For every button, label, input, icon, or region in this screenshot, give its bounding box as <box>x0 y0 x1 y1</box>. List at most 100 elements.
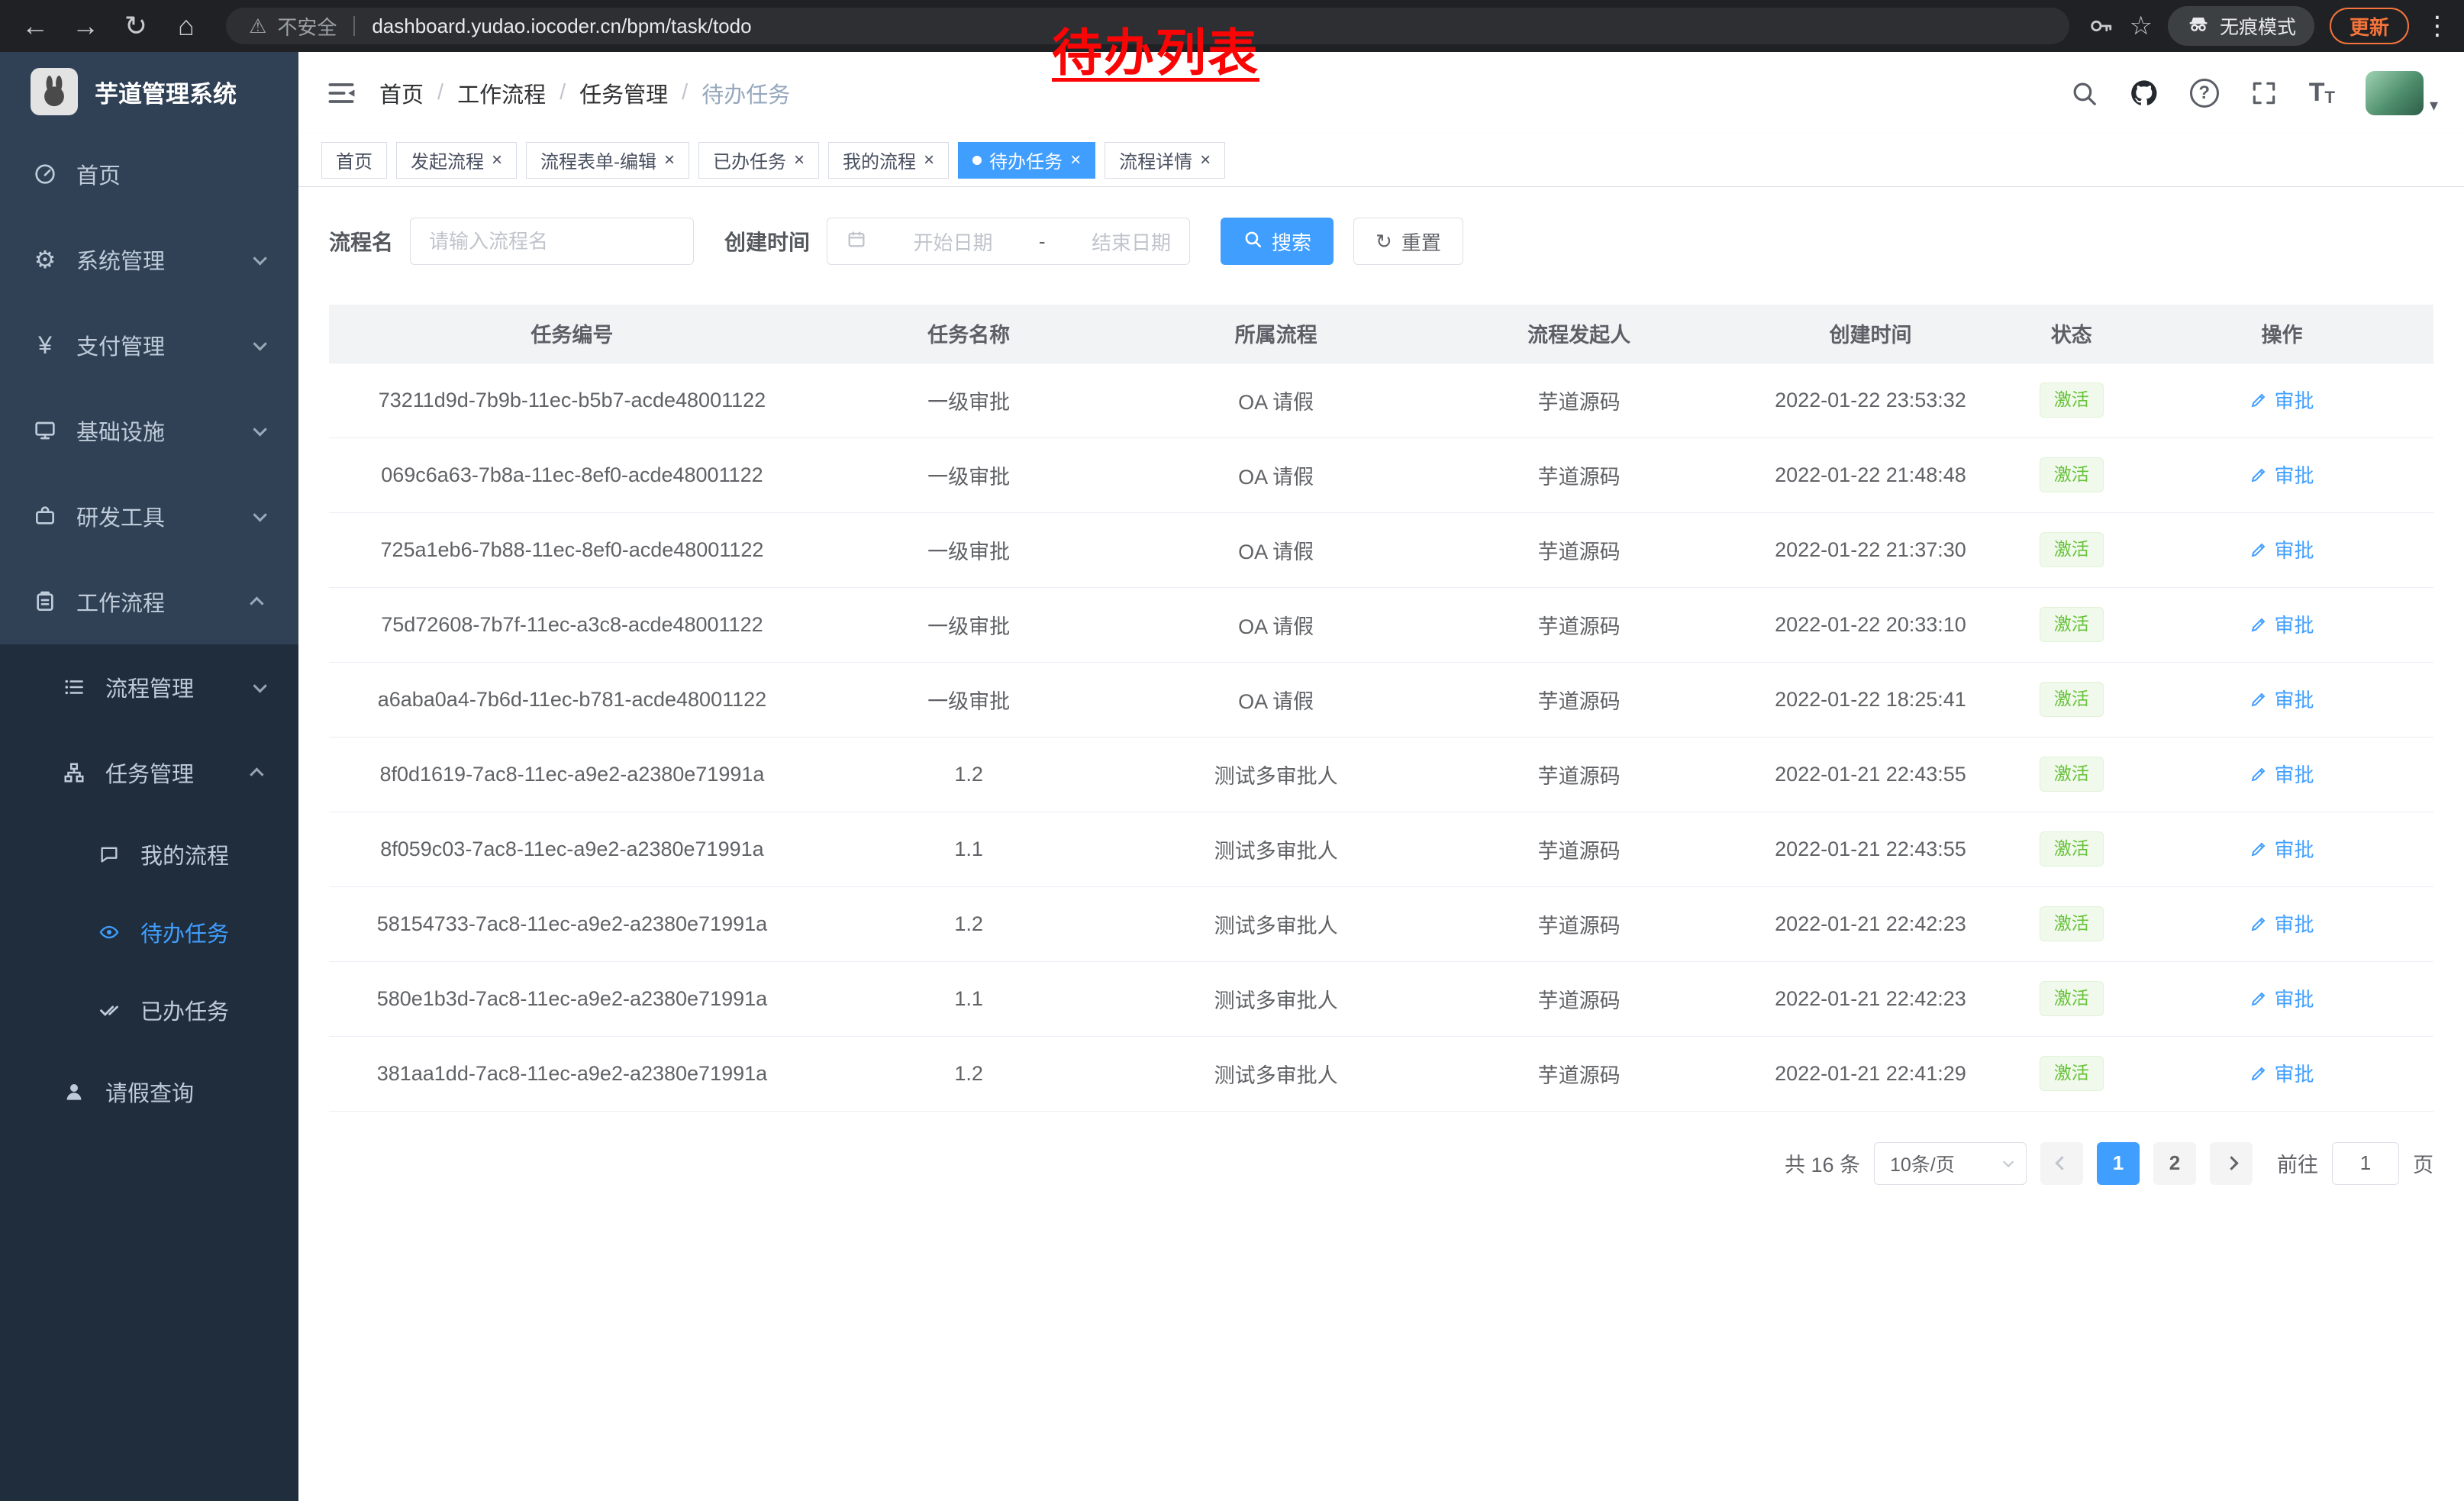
cell-starter: 芋道源码 <box>1430 961 1728 1036</box>
close-icon[interactable]: × <box>1070 151 1081 169</box>
chat-bubble-icon <box>95 844 124 865</box>
sidebar-item-todo-tasks[interactable]: 待办任务 <box>0 893 298 971</box>
tab-my-process[interactable]: 我的流程 × <box>828 142 949 179</box>
close-icon[interactable]: × <box>794 151 805 169</box>
breadcrumb-home[interactable]: 首页 <box>379 77 424 109</box>
tab-home[interactable]: 首页 <box>321 142 387 179</box>
sidebar-item-process-management[interactable]: 流程管理 <box>0 644 298 730</box>
approve-button[interactable]: 审批 <box>2250 535 2314 563</box>
cell-task-id: 725a1eb6-7b88-11ec-8ef0-acde48001122 <box>329 512 815 587</box>
sidebar-item-devtools[interactable]: 研发工具 <box>0 473 298 559</box>
sidebar-toggle-icon[interactable] <box>324 76 358 110</box>
close-icon[interactable]: × <box>664 151 675 169</box>
approve-button[interactable]: 审批 <box>2250 685 2314 713</box>
bookmark-star-icon[interactable]: ☆ <box>2129 11 2152 41</box>
sidebar-item-payment[interactable]: ¥ 支付管理 <box>0 302 298 388</box>
browser-menu-kebab-icon[interactable]: ⋮ <box>2424 11 2450 41</box>
cell-created: 2022-01-22 21:37:30 <box>1728 512 2012 587</box>
cell-status: 激活 <box>2013 587 2130 662</box>
font-size-icon[interactable]: TT <box>2309 78 2335 108</box>
reset-button[interactable]: ↻ 重置 <box>1353 218 1463 265</box>
cell-starter: 芋道源码 <box>1430 437 1728 512</box>
security-label[interactable]: 不安全 <box>277 12 337 40</box>
sidebar-item-label: 请假查询 <box>105 1076 194 1108</box>
sidebar-item-system[interactable]: ⚙ 系统管理 <box>0 217 298 302</box>
approve-button[interactable]: 审批 <box>2250 386 2314 414</box>
password-key-icon[interactable] <box>2088 13 2114 39</box>
page-button-1[interactable]: 1 <box>2097 1142 2140 1185</box>
browser-reload-icon[interactable]: ↻ <box>114 5 157 47</box>
breadcrumb-workflow[interactable]: 工作流程 <box>457 77 546 109</box>
approve-button[interactable]: 审批 <box>2250 460 2314 489</box>
date-range-picker[interactable]: 开始日期 - 结束日期 <box>827 218 1190 265</box>
sidebar-item-leave-query[interactable]: 请假查询 <box>0 1049 298 1135</box>
page-size-select[interactable]: 10条/页 <box>1874 1142 2027 1185</box>
tab-done-tasks[interactable]: 已办任务 × <box>698 142 819 179</box>
approve-label: 审批 <box>2274 760 2314 788</box>
cell-actions: 审批 <box>2130 363 2433 437</box>
tab-process-form-edit[interactable]: 流程表单-编辑 × <box>526 142 689 179</box>
todo-list-annotation: 待办列表 <box>1052 12 1259 86</box>
approve-button[interactable]: 审批 <box>2250 984 2314 1012</box>
close-icon[interactable]: × <box>1200 151 1211 169</box>
app-title: 芋道管理系统 <box>95 75 237 109</box>
url-text[interactable]: dashboard.yudao.iocoder.cn/bpm/task/todo <box>372 15 751 38</box>
approve-button[interactable]: 审批 <box>2250 909 2314 938</box>
sidebar-item-workflow[interactable]: 工作流程 <box>0 559 298 644</box>
pagination: 共 16 条 10条/页 1 2 前往 页 <box>329 1142 2433 1185</box>
cell-starter: 芋道源码 <box>1430 363 1728 437</box>
sidebar-item-task-management[interactable]: 任务管理 <box>0 730 298 815</box>
browser-update-button[interactable]: 更新 <box>2330 8 2409 44</box>
next-page-button[interactable] <box>2210 1142 2253 1185</box>
cell-process: 测试多审批人 <box>1122 886 1430 961</box>
app-logo[interactable]: 芋道管理系统 <box>0 52 298 131</box>
sidebar-item-my-process[interactable]: 我的流程 <box>0 815 298 893</box>
fullscreen-icon[interactable] <box>2250 79 2279 108</box>
sidebar: 芋道管理系统 首页 ⚙ 系统管理 ¥ 支付管理 基础设施 <box>0 52 298 1501</box>
cell-task-name: 1.2 <box>815 1036 1123 1111</box>
sidebar-item-infrastructure[interactable]: 基础设施 <box>0 388 298 473</box>
user-avatar-menu[interactable]: ▾ <box>2366 71 2438 115</box>
cell-starter: 芋道源码 <box>1430 662 1728 737</box>
tab-process-detail[interactable]: 流程详情 × <box>1105 142 1225 179</box>
cell-created: 2022-01-22 21:48:48 <box>1728 437 2012 512</box>
status-badge: 激活 <box>2040 607 2104 642</box>
browser-back-icon[interactable]: ← <box>14 5 56 47</box>
browser-home-icon[interactable]: ⌂ <box>165 5 208 47</box>
search-icon[interactable] <box>2069 79 2098 108</box>
goto-page-input[interactable] <box>2332 1142 2399 1185</box>
cell-created: 2022-01-21 22:43:55 <box>1728 737 2012 812</box>
page-button-2[interactable]: 2 <box>2153 1142 2196 1185</box>
tab-todo-tasks[interactable]: 待办任务 × <box>958 142 1095 179</box>
cell-starter: 芋道源码 <box>1430 587 1728 662</box>
search-button[interactable]: 搜索 <box>1221 218 1334 265</box>
search-button-label: 搜索 <box>1272 228 1311 256</box>
breadcrumb-task-management[interactable]: 任务管理 <box>579 77 668 109</box>
browser-forward-icon[interactable]: → <box>64 5 107 47</box>
approve-button[interactable]: 审批 <box>2250 834 2314 863</box>
cell-status: 激活 <box>2013 961 2130 1036</box>
incognito-profile-chip[interactable]: 无痕模式 <box>2168 6 2314 46</box>
prev-page-button[interactable] <box>2040 1142 2083 1185</box>
approve-button[interactable]: 审批 <box>2250 760 2314 788</box>
tags-view-bar: 首页 发起流程 × 流程表单-编辑 × 已办任务 × 我的流程 × 待办任务 × <box>298 134 2464 187</box>
help-icon[interactable]: ? <box>2190 79 2219 108</box>
process-name-input[interactable] <box>429 230 675 253</box>
close-icon[interactable]: × <box>924 151 934 169</box>
cell-task-name: 1.2 <box>815 737 1123 812</box>
sidebar-item-label: 基础设施 <box>76 415 165 447</box>
status-badge: 激活 <box>2040 981 2104 1016</box>
approve-label: 审批 <box>2274 460 2314 489</box>
approve-button[interactable]: 审批 <box>2250 610 2314 638</box>
sidebar-item-done-tasks[interactable]: 已办任务 <box>0 971 298 1049</box>
tab-initiate-process[interactable]: 发起流程 × <box>396 142 517 179</box>
approve-label: 审批 <box>2274 535 2314 563</box>
close-icon[interactable]: × <box>492 151 502 169</box>
breadcrumb: 首页 / 工作流程 / 任务管理 / 待办任务 <box>379 77 790 109</box>
sidebar-item-home[interactable]: 首页 <box>0 131 298 217</box>
github-icon[interactable] <box>2129 78 2159 108</box>
approve-button[interactable]: 审批 <box>2250 1059 2314 1087</box>
address-divider <box>353 16 355 36</box>
workflow-submenu: 流程管理 任务管理 我的流程 待办任务 <box>0 644 298 1501</box>
table-row: 8f059c03-7ac8-11ec-a9e2-a2380e71991a 1.1… <box>329 812 2433 886</box>
